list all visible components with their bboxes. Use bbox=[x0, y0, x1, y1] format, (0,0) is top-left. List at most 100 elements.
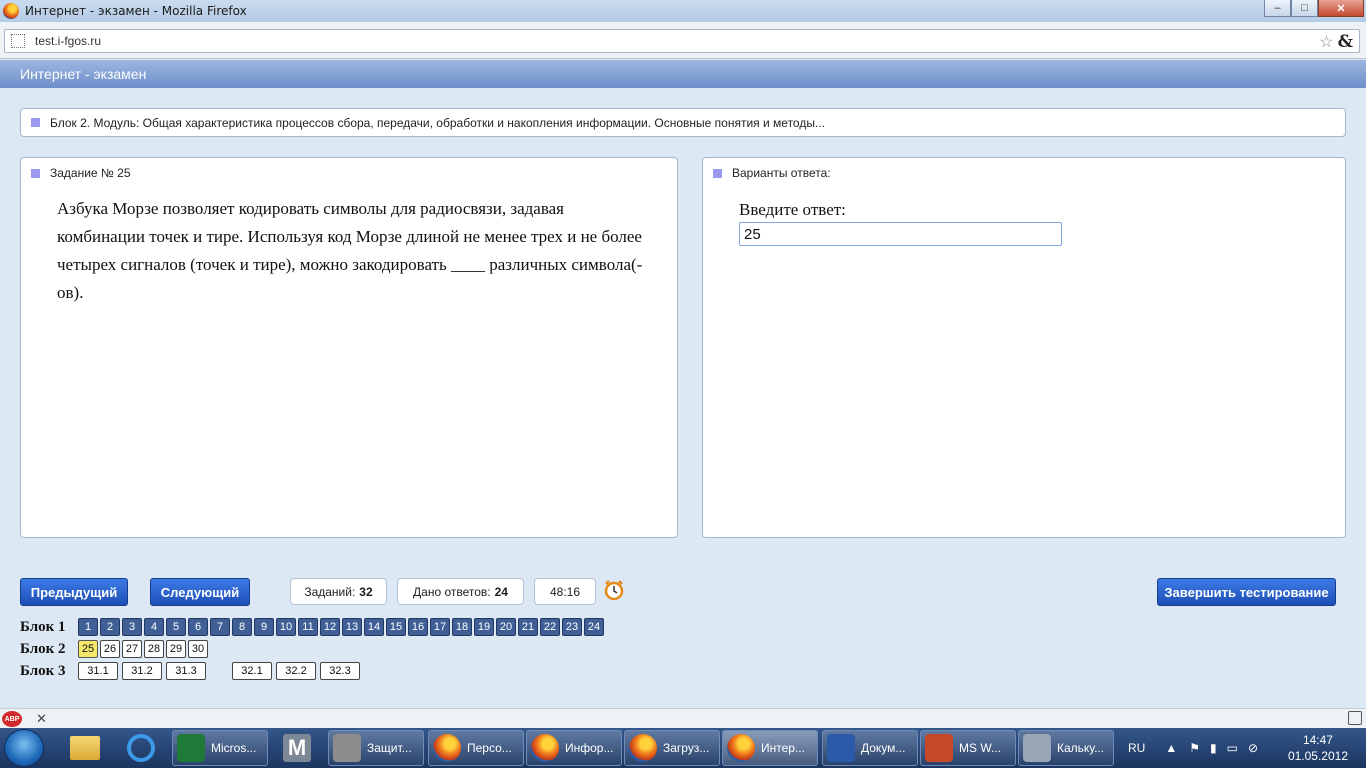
explorer-pinned-icon[interactable] bbox=[62, 731, 108, 765]
close-button[interactable]: ✕ bbox=[1318, 0, 1364, 17]
firewall-icon bbox=[333, 734, 361, 762]
start-button[interactable] bbox=[4, 729, 44, 767]
window-controls: – □ ✕ bbox=[1264, 0, 1364, 17]
question-30-button[interactable]: 30 bbox=[188, 640, 208, 658]
system-tray: RU ▲ ⚑ ▮ ▭ ⊘ bbox=[1128, 728, 1258, 768]
taskbar-item[interactable]: Загруз... bbox=[624, 730, 720, 766]
question-26-button[interactable]: 26 bbox=[100, 640, 120, 658]
alarm-clock-icon bbox=[604, 580, 624, 601]
taskbar-item[interactable]: Интер... bbox=[722, 730, 818, 766]
site-identity-icon[interactable] bbox=[11, 34, 25, 48]
block-row-3: Блок 3 31.1 31.2 31.3 32.1 32.2 32.3 bbox=[20, 662, 364, 680]
question-18-button[interactable]: 18 bbox=[452, 618, 472, 636]
answered-label: Дано ответов: bbox=[413, 584, 491, 599]
question-3-button[interactable]: 3 bbox=[122, 618, 142, 636]
tray-clock[interactable]: 14:47 01.05.2012 bbox=[1288, 732, 1348, 764]
block-title-panel: Блок 2. Модуль: Общая характеристика про… bbox=[20, 108, 1346, 137]
bullet-icon bbox=[31, 118, 40, 127]
question-16-button[interactable]: 16 bbox=[408, 618, 428, 636]
timer: 48:16 bbox=[534, 578, 596, 605]
question-13-button[interactable]: 13 bbox=[342, 618, 362, 636]
question-17-button[interactable]: 17 bbox=[430, 618, 450, 636]
question-31-1-button[interactable]: 31.1 bbox=[78, 662, 118, 680]
tasks-counter: Заданий: 32 bbox=[290, 578, 387, 605]
question-7-button[interactable]: 7 bbox=[210, 618, 230, 636]
firefox-icon bbox=[629, 734, 657, 762]
question-19-button[interactable]: 19 bbox=[474, 618, 494, 636]
question-1-button[interactable]: 1 bbox=[78, 618, 98, 636]
adblock-icon[interactable]: ABP bbox=[2, 711, 22, 727]
usb-icon[interactable]: ▮ bbox=[1210, 741, 1217, 755]
question-14-button[interactable]: 14 bbox=[364, 618, 384, 636]
question-31-3-button[interactable]: 31.3 bbox=[166, 662, 206, 680]
prev-button[interactable]: Предыдущий bbox=[20, 578, 128, 606]
taskbar: M Micros... Защит... Персо... Инфор... Загру… bbox=[0, 728, 1366, 768]
flag-icon[interactable]: ⚑ bbox=[1189, 741, 1200, 755]
question-23-button[interactable]: 23 bbox=[562, 618, 582, 636]
powerpoint-icon bbox=[925, 734, 953, 762]
network-icon[interactable]: ▭ bbox=[1227, 741, 1238, 755]
language-indicator[interactable]: RU bbox=[1128, 741, 1145, 755]
addon-bar-close-button[interactable]: ✕ bbox=[36, 711, 47, 727]
volume-muted-icon[interactable]: ⊘ bbox=[1248, 741, 1258, 755]
internet-explorer-icon[interactable] bbox=[118, 731, 164, 765]
question-11-button[interactable]: 11 bbox=[298, 618, 318, 636]
navigation-bar: test.i-fgos.ru ☆ & bbox=[0, 22, 1366, 59]
mathcad-pinned-icon[interactable]: M bbox=[274, 731, 320, 765]
question-32-2-button[interactable]: 32.2 bbox=[276, 662, 316, 680]
taskbar-item[interactable]: Micros... bbox=[172, 730, 268, 766]
maximize-button[interactable]: □ bbox=[1291, 0, 1318, 17]
taskbar-item-label: Защит... bbox=[367, 741, 412, 755]
taskbar-item[interactable]: Докум... bbox=[822, 730, 918, 766]
next-button[interactable]: Следующий bbox=[150, 578, 250, 606]
taskbar-item[interactable]: Кальку... bbox=[1018, 730, 1114, 766]
question-12-button[interactable]: 12 bbox=[320, 618, 340, 636]
question-27-button[interactable]: 27 bbox=[122, 640, 142, 658]
question-10-button[interactable]: 10 bbox=[276, 618, 296, 636]
minimize-button[interactable]: – bbox=[1264, 0, 1291, 17]
taskbar-item[interactable]: Инфор... bbox=[526, 730, 622, 766]
question-31-2-button[interactable]: 31.2 bbox=[122, 662, 162, 680]
question-6-button[interactable]: 6 bbox=[188, 618, 208, 636]
question-32-1-button[interactable]: 32.1 bbox=[232, 662, 272, 680]
taskbar-item-label: Докум... bbox=[861, 741, 906, 755]
question-32-3-button[interactable]: 32.3 bbox=[320, 662, 360, 680]
block-row-1: Блок 1 1 2 3 4 5 6 7 8 9 10 11 12 13 14 15 16 17 18 19 20 21… bbox=[20, 618, 606, 636]
taskbar-item-label: Micros... bbox=[211, 741, 257, 755]
clock-time: 14:47 bbox=[1302, 733, 1333, 747]
question-25-button[interactable]: 25 bbox=[78, 640, 98, 658]
answers-title: Варианты ответа: bbox=[732, 166, 831, 180]
firefox-icon bbox=[531, 734, 559, 762]
question-20-button[interactable]: 20 bbox=[496, 618, 516, 636]
taskbar-item-label: Персо... bbox=[467, 741, 512, 755]
bookmark-star-icon[interactable]: ☆ bbox=[1319, 32, 1333, 52]
question-9-button[interactable]: 9 bbox=[254, 618, 274, 636]
excel-icon bbox=[177, 734, 205, 762]
taskbar-item-label: Интер... bbox=[761, 741, 805, 755]
question-29-button[interactable]: 29 bbox=[166, 640, 186, 658]
taskbar-item-label: MS W... bbox=[959, 741, 1001, 755]
task-panel: Задание № 25 Азбука Морзе позволяет коди… bbox=[20, 157, 678, 538]
taskbar-item[interactable]: Персо... bbox=[428, 730, 524, 766]
question-28-button[interactable]: 28 bbox=[144, 640, 164, 658]
taskbar-item[interactable]: Защит... bbox=[328, 730, 424, 766]
addon-amp-icon[interactable]: & bbox=[1338, 32, 1353, 52]
question-24-button[interactable]: 24 bbox=[584, 618, 604, 636]
question-5-button[interactable]: 5 bbox=[166, 618, 186, 636]
finish-test-button[interactable]: Завершить тестирование bbox=[1157, 578, 1336, 606]
question-15-button[interactable]: 15 bbox=[386, 618, 406, 636]
firefox-icon bbox=[727, 734, 755, 762]
tasks-count: 32 bbox=[359, 584, 373, 599]
question-8-button[interactable]: 8 bbox=[232, 618, 252, 636]
question-21-button[interactable]: 21 bbox=[518, 618, 538, 636]
tray-expand-icon[interactable]: ▲ bbox=[1165, 741, 1177, 755]
question-4-button[interactable]: 4 bbox=[144, 618, 164, 636]
url-field[interactable]: test.i-fgos.ru ☆ & bbox=[4, 29, 1360, 53]
bullet-icon bbox=[713, 168, 722, 178]
taskbar-item[interactable]: MS W... bbox=[920, 730, 1016, 766]
block-label: Блок 2 bbox=[20, 640, 66, 657]
question-22-button[interactable]: 22 bbox=[540, 618, 560, 636]
addon-bar: ABP ✕ bbox=[0, 708, 1366, 728]
question-2-button[interactable]: 2 bbox=[100, 618, 120, 636]
answer-input[interactable] bbox=[739, 222, 1062, 246]
